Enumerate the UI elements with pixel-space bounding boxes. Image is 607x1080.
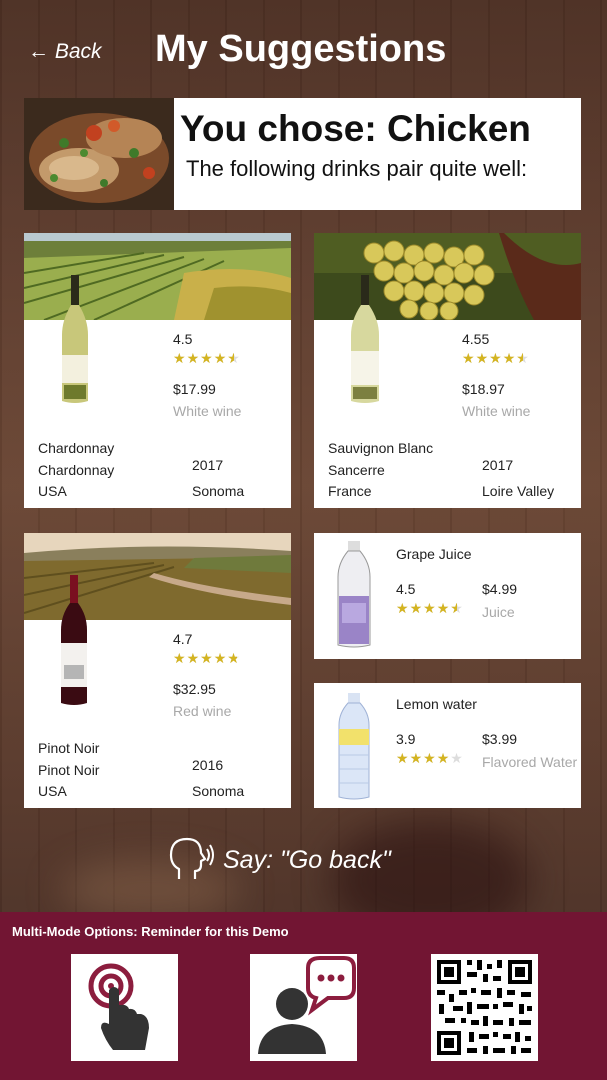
speaking-head-icon	[169, 837, 214, 879]
price: $17.99	[173, 381, 216, 397]
chicken-dish-image	[24, 98, 174, 210]
star-icon: ★★	[489, 350, 503, 366]
star-rating: ★★★★★★★★★★	[462, 350, 530, 367]
touch-option-button[interactable]	[71, 954, 178, 1061]
wine-country: USA	[38, 483, 67, 499]
star-icon: ★★	[409, 750, 424, 766]
star-icon: ★★	[436, 600, 451, 616]
wine-country: USA	[38, 783, 67, 799]
red-wine-bottle-icon	[61, 575, 87, 705]
juice-bottle-icon	[337, 541, 371, 648]
star-icon: ★★	[396, 750, 410, 766]
price: $4.99	[482, 581, 518, 597]
chosen-food-heading: You chose: Chicken	[180, 108, 531, 149]
wine-name: Pinot Noir	[38, 740, 100, 756]
price: $18.97	[462, 381, 505, 397]
star-icon: ★★	[213, 350, 228, 366]
water-bottle-icon	[338, 693, 370, 800]
wine-year: 2016	[192, 757, 224, 773]
drink-type: White wine	[462, 403, 531, 419]
star-rating: ★★★★★★★★★★	[396, 600, 464, 617]
drink-type: Juice	[482, 604, 515, 620]
star-icon: ★	[450, 750, 464, 766]
drink-type: White wine	[173, 403, 242, 419]
wine-region: Sonoma	[192, 483, 245, 499]
drink-card-grape-juice[interactable]: Grape Juice 4.5 ★★★★★★★★★★ $4.99 Juice	[314, 533, 581, 659]
qr-code-icon	[431, 954, 538, 1061]
star-icon: ★★	[200, 350, 214, 366]
star-icon: ★★	[436, 750, 451, 766]
touch-icon	[88, 963, 149, 1050]
pairing-subtitle: The following drinks pair quite well:	[186, 156, 528, 181]
voice-command-hint: Say: "Go back"	[165, 835, 391, 888]
page-title: My Suggestions	[155, 28, 447, 70]
rating-value: 4.5	[396, 581, 416, 597]
footer-label: Multi-Mode Options: Reminder for this De…	[12, 924, 289, 939]
star-icon: ★★	[186, 650, 201, 666]
wine-varietal: Chardonnay	[38, 462, 115, 478]
star-icon: ★★	[502, 350, 517, 366]
wine-card-pinot-noir[interactable]: 4.7 ★ ★ ★ ★ ★ ★ ★ ★ ★ ★ $32.95 Red wine Pinot Noi…	[24, 533, 291, 808]
price: $32.95	[173, 681, 216, 697]
star-icon: ★★	[450, 600, 464, 616]
rating-value: 4.55	[462, 331, 490, 347]
rating-value: 3.9	[396, 731, 416, 747]
drink-card-lemon-water[interactable]: Lemon water 3.9 ★ ★ ★ ★ ★ ★ ★ ★ ★ $3.99 Flavored…	[314, 683, 581, 808]
star-icon: ★★	[227, 650, 241, 666]
wine-country: France	[328, 483, 372, 499]
drink-name: Grape Juice	[396, 546, 472, 562]
drink-name: Lemon water	[396, 696, 477, 712]
star-icon: ★★	[516, 350, 530, 366]
selection-banner: You chose: Chicken The following drinks …	[24, 98, 581, 210]
wine-card-sauvignon-blanc[interactable]: 4.55 ★★★★★★★★★★ $18.97 White wine Sauvig…	[314, 233, 581, 508]
star-icon: ★★	[396, 600, 410, 616]
voice-option-button[interactable]	[250, 954, 357, 1061]
star-icon: ★★	[227, 350, 241, 366]
star-rating: ★★★★★★★★★★	[173, 350, 241, 367]
white-wine-bottle-icon	[62, 275, 88, 403]
back-button[interactable]: ← Back	[28, 40, 102, 64]
star-icon: ★★	[173, 350, 187, 366]
wine-name: Chardonnay	[38, 440, 115, 456]
wine-card-chardonnay[interactable]: 4.5 ★★★★★★★★★★ $17.99 White wine Chardon…	[24, 233, 291, 508]
wine-region: Sonoma	[192, 783, 245, 799]
star-icon: ★★	[200, 650, 214, 666]
star-icon: ★★	[409, 600, 424, 616]
multi-mode-footer: Multi-Mode Options: Reminder for this De…	[0, 912, 607, 1080]
wine-region: Loire Valley	[482, 483, 555, 499]
drink-type: Red wine	[173, 703, 232, 719]
white-wine-bottle-icon	[351, 275, 379, 403]
star-icon: ★★	[173, 650, 187, 666]
wine-varietal: Sancerre	[328, 462, 385, 478]
wine-year: 2017	[482, 457, 514, 473]
wine-year: 2017	[192, 457, 224, 473]
voice-chat-icon	[258, 956, 356, 1054]
rating-value: 4.5	[173, 331, 193, 347]
drink-type: Flavored Water	[482, 754, 578, 770]
star-rating: ★★★★★★★★★★	[173, 650, 241, 667]
star-icon: ★★	[462, 350, 476, 366]
price: $3.99	[482, 731, 518, 747]
star-icon: ★★	[475, 350, 490, 366]
star-rating: ★ ★ ★ ★ ★ ★ ★ ★ ★	[396, 750, 464, 767]
wine-varietal: Pinot Noir	[38, 762, 100, 778]
star-icon: ★★	[213, 650, 228, 666]
voice-hint-text: Say: "Go back"	[223, 846, 391, 874]
star-icon: ★★	[423, 600, 437, 616]
wine-name: Sauvignon Blanc	[328, 440, 434, 456]
star-icon: ★★	[186, 350, 201, 366]
rating-value: 4.7	[173, 631, 193, 647]
star-icon: ★★	[423, 750, 437, 766]
qr-option-button[interactable]	[431, 954, 538, 1061]
